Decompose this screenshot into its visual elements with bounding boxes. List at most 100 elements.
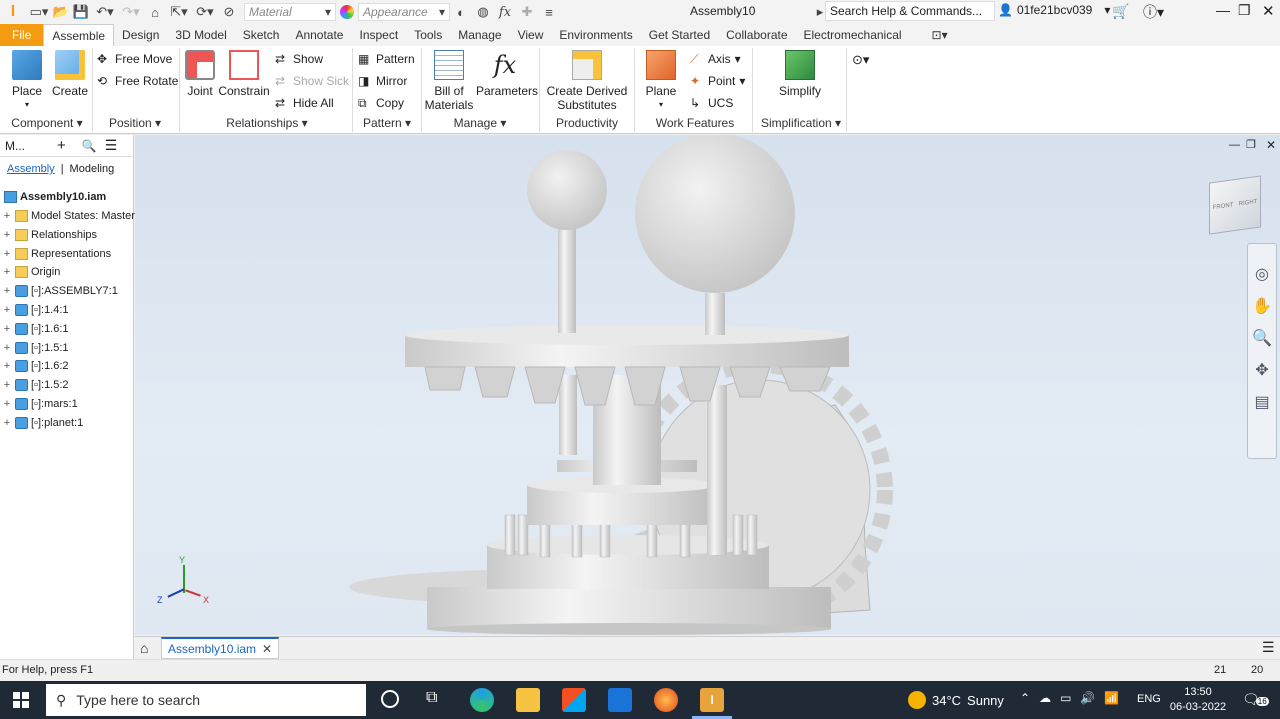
tab-annotate[interactable]: Annotate <box>287 24 351 46</box>
place-button[interactable]: Place ▾ <box>8 50 46 112</box>
tab-browser-assembly[interactable]: Assembly <box>7 163 55 175</box>
tree-item[interactable]: + Model States: Master <box>0 207 135 225</box>
new-file-icon[interactable]: ▭▾ <box>26 2 52 22</box>
tree-item[interactable]: + [▫]:1.5:1 <box>0 339 69 357</box>
tab-3d-model[interactable]: 3D Model <box>167 24 234 46</box>
tab-file[interactable]: File <box>0 24 44 46</box>
tab-tools[interactable]: Tools <box>406 24 450 46</box>
hide-all-button[interactable]: ⇄ Hide All <box>275 94 334 112</box>
browser-title[interactable]: M... <box>5 139 41 153</box>
file-explorer-icon[interactable] <box>516 688 540 712</box>
mail-icon[interactable] <box>608 688 632 712</box>
tab-collaborate[interactable]: Collaborate <box>718 24 795 46</box>
cart-icon[interactable]: 🛒 <box>1112 3 1129 20</box>
language[interactable]: ENG <box>1137 693 1161 705</box>
clock[interactable]: 13:50 06-03-2022 <box>1166 685 1230 715</box>
viewport-restore-icon[interactable]: ❐ <box>1246 138 1256 151</box>
parameters-button[interactable]: fx Parameters <box>476 50 538 98</box>
plane-button[interactable]: Plane ▾ <box>642 50 680 112</box>
show-button[interactable]: ⇄ Show <box>275 50 323 68</box>
restore-icon[interactable]: ❐ <box>1238 2 1251 19</box>
expand-icon[interactable]: + <box>2 248 12 260</box>
copy-button[interactable]: ⧉ Copy <box>358 94 404 112</box>
redo-icon[interactable]: ↷▾ <box>118 2 144 22</box>
taskbar-search[interactable]: ⚲ Type here to search <box>46 684 366 716</box>
orbit-icon[interactable]: ✥ <box>1255 360 1268 380</box>
viewport-minimize-icon[interactable]: — <box>1229 139 1240 151</box>
view-cube[interactable]: FRONT RIGHT <box>1209 175 1261 235</box>
joint-button[interactable]: Joint <box>184 50 216 98</box>
group-relationships[interactable]: Relationships ▾ <box>222 116 312 132</box>
fx-icon[interactable]: fx <box>494 2 516 22</box>
tab-sketch[interactable]: Sketch <box>235 24 288 46</box>
mirror-button[interactable]: ◨ Mirror <box>358 72 407 90</box>
group-simplification[interactable]: Simplification ▾ <box>756 116 846 132</box>
viewport-close-icon[interactable]: ✕ <box>1266 138 1276 152</box>
appearance-combo[interactable]: Appearance ▾ <box>358 3 450 21</box>
tree-item[interactable]: + [▫]:1.6:1 <box>0 320 69 338</box>
store-icon[interactable] <box>562 688 586 712</box>
expand-icon[interactable]: + <box>2 417 12 429</box>
tray-icons[interactable]: ⌃ ☁ ▭ 🔊 📶 <box>1020 691 1119 705</box>
ucs-button[interactable]: ↳ UCS <box>690 94 733 112</box>
select-icon[interactable]: ⇱▾ <box>166 2 192 22</box>
clear-overrides-icon[interactable]: ⊘ <box>218 2 240 22</box>
menu-icon[interactable]: ☰ <box>105 137 118 154</box>
point-button[interactable]: ✦ Point ▾ <box>690 72 745 90</box>
group-manage[interactable]: Manage ▾ <box>440 116 520 132</box>
group-pattern[interactable]: Pattern ▾ <box>356 116 418 132</box>
expand-icon[interactable]: + <box>2 304 12 316</box>
search-icon[interactable]: 🔍 <box>82 139 97 153</box>
look-at-icon[interactable]: ▤ <box>1254 392 1269 412</box>
save-icon[interactable]: 💾 <box>70 2 92 22</box>
user-account[interactable]: 👤 01fe21bcv039 ▾ <box>998 3 1110 17</box>
add-icon[interactable]: + <box>57 137 66 154</box>
menu-icon[interactable]: ☰ <box>1262 639 1275 656</box>
doc-tab-assembly10[interactable]: Assembly10.iam ✕ <box>161 637 280 659</box>
assembly-model[interactable] <box>135 135 1280 635</box>
graphics-viewport[interactable]: FRONT RIGHT — ❐ ✕ ◎ ✋ 🔍 ✥ ▤ Y X Z <box>135 135 1280 635</box>
pan-icon[interactable]: ✋ <box>1252 296 1272 316</box>
bill-of-materials-button[interactable]: Bill of Materials <box>424 50 474 112</box>
notification-icon[interactable]: 🗨16 <box>1242 691 1269 708</box>
constrain-button[interactable]: Constrain <box>218 50 270 98</box>
tab-get-started[interactable]: Get Started <box>641 24 718 46</box>
customize-icon[interactable]: ≡ <box>538 2 560 22</box>
expand-icon[interactable]: + <box>2 229 12 241</box>
weather[interactable]: 34°C Sunny <box>908 691 1004 709</box>
material-combo[interactable]: Material ▾ <box>244 3 336 21</box>
close-tab-icon[interactable]: ✕ <box>262 642 272 656</box>
expand-icon[interactable]: + <box>2 210 12 222</box>
tab-environments[interactable]: Environments <box>551 24 640 46</box>
tree-root[interactable]: Assembly10.iam <box>0 188 106 206</box>
cortana-icon[interactable] <box>381 690 399 708</box>
expand-icon[interactable]: + <box>2 285 12 297</box>
pattern-button[interactable]: ▦ Pattern <box>358 50 415 68</box>
tab-inspect[interactable]: Inspect <box>351 24 406 46</box>
tree-item[interactable]: + [▫]:1.6:2 <box>0 357 69 375</box>
tree-item[interactable]: + Origin <box>0 263 60 281</box>
tab-manage[interactable]: Manage <box>450 24 509 46</box>
app-logo-icon[interactable]: I <box>0 2 26 22</box>
tab-browser-modeling[interactable]: Modeling <box>70 163 115 175</box>
group-position[interactable]: Position ▾ <box>100 116 170 132</box>
expand-icon[interactable]: + <box>2 342 12 354</box>
simplify-button[interactable]: Simplify <box>776 50 824 98</box>
tab-assemble[interactable]: Assemble <box>43 24 115 46</box>
tree-item[interactable]: + Representations <box>0 245 111 263</box>
zoom-icon[interactable]: 🔍 <box>1252 328 1272 348</box>
free-rotate-button[interactable]: ⟲ Free Rotate <box>97 72 178 90</box>
expand-icon[interactable]: + <box>2 398 12 410</box>
open-icon[interactable]: 📂 <box>52 2 70 22</box>
tab-electromechanical[interactable]: Electromechanical <box>796 24 910 46</box>
tree-item[interactable]: + Relationships <box>0 226 97 244</box>
group-component[interactable]: Component ▾ <box>6 116 88 132</box>
tree-item[interactable]: + [▫]:mars:1 <box>0 395 78 413</box>
home-icon[interactable]: ⌂ <box>140 640 148 656</box>
tab-design[interactable]: Design <box>114 24 167 46</box>
close-icon[interactable]: ✕ <box>1262 2 1275 20</box>
clear-appearance-icon[interactable]: ◍ <box>472 2 494 22</box>
free-move-button[interactable]: ✥ Free Move <box>97 50 172 68</box>
firefox-icon[interactable] <box>654 688 678 712</box>
home-icon[interactable]: ⌂ <box>144 2 166 22</box>
